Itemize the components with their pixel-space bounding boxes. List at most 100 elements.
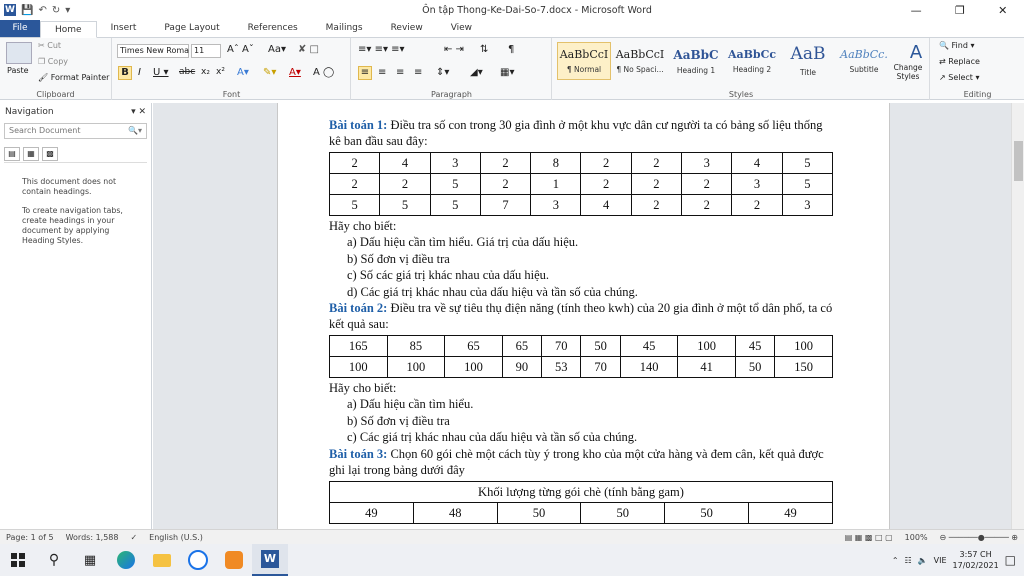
style-subtitle[interactable]: AaBbCc. Subtitle bbox=[837, 42, 891, 80]
volume-icon[interactable]: 🔈 bbox=[918, 556, 928, 565]
clock[interactable]: 3:57 CH 17/02/2021 bbox=[953, 549, 999, 571]
format-painter-button[interactable]: 🖌 Format Painter bbox=[38, 73, 109, 82]
vertical-scrollbar[interactable] bbox=[1011, 103, 1024, 529]
tab-view[interactable]: View bbox=[437, 20, 486, 37]
change-case-icon[interactable]: Aa▾ bbox=[268, 44, 286, 55]
table-cell: 70 bbox=[541, 335, 582, 357]
browse-pages-icon[interactable]: ▦ bbox=[23, 146, 39, 161]
status-bar: Page: 1 of 5 Words: 1,588 ✓ English (U.S… bbox=[0, 529, 1024, 544]
edge-icon[interactable] bbox=[108, 544, 144, 576]
paste-icon[interactable] bbox=[6, 42, 32, 64]
document-content[interactable]: Bài toán 1: Điều tra số con trong 30 gia… bbox=[328, 117, 834, 526]
network-icon[interactable]: ☷ bbox=[905, 556, 912, 565]
navigation-close-icon[interactable]: ▾ ✕ bbox=[131, 107, 146, 117]
list-item: b) Số đơn vị điều tra bbox=[347, 251, 450, 266]
italic-button[interactable]: I bbox=[138, 67, 141, 78]
redo-icon[interactable]: ↻ bbox=[52, 5, 60, 16]
style-normal[interactable]: AaBbCcI ¶ Normal bbox=[557, 42, 611, 80]
table-cell: 2 bbox=[379, 173, 431, 195]
page-count[interactable]: Page: 1 of 5 bbox=[0, 533, 60, 542]
undo-icon[interactable]: ↶ bbox=[38, 5, 46, 16]
restore-icon[interactable]: ❐ bbox=[955, 4, 965, 17]
copy-button[interactable]: ❐ Copy bbox=[38, 57, 68, 66]
table-row: 165 85 65 65 70 50 45 100 45 100 bbox=[329, 335, 833, 357]
customize-qat-icon[interactable]: ▾ bbox=[65, 5, 70, 16]
sort-icon[interactable]: ⇅ bbox=[480, 44, 488, 55]
tray-expand-icon[interactable]: ⌃ bbox=[892, 556, 899, 565]
save-icon[interactable]: 💾 bbox=[21, 5, 33, 16]
start-icon[interactable] bbox=[0, 544, 36, 576]
clipboard-label: Clipboard bbox=[36, 90, 75, 99]
paste-button[interactable]: Paste bbox=[7, 66, 29, 75]
font-family-select[interactable]: Times New Roma bbox=[117, 44, 189, 58]
browse-results-icon[interactable]: ▩ bbox=[42, 146, 58, 161]
close-icon[interactable]: ✕ bbox=[998, 4, 1007, 17]
search-icon[interactable]: 🔍▾ bbox=[128, 126, 142, 136]
bold-button[interactable]: B bbox=[118, 66, 132, 80]
tab-insert[interactable]: Insert bbox=[97, 20, 151, 37]
align-left-icon[interactable]: ≡ bbox=[358, 66, 372, 80]
notifications-icon[interactable]: □ bbox=[1005, 553, 1016, 567]
font-color-icon[interactable]: A▾ bbox=[289, 67, 301, 78]
zoom-level[interactable]: 100% bbox=[899, 533, 934, 542]
document-page[interactable]: Bài toán 1: Điều tra số con trong 30 gia… bbox=[277, 103, 890, 529]
table-cell: 2 bbox=[328, 152, 381, 174]
tab-home[interactable]: Home bbox=[40, 21, 97, 38]
word-taskbar-icon[interactable]: W bbox=[252, 544, 288, 576]
table-cell: 65 bbox=[501, 335, 543, 357]
char-shading-icon[interactable]: A ◯ bbox=[313, 67, 334, 78]
style-heading-1[interactable]: AaBbC Heading 1 bbox=[669, 42, 723, 80]
tab-file[interactable]: File bbox=[0, 20, 40, 37]
justify-icon[interactable]: ≡ bbox=[414, 67, 422, 78]
strikethrough-button[interactable]: abc bbox=[179, 67, 195, 77]
grow-font-icon[interactable]: Aˆ Aˇ bbox=[227, 44, 254, 55]
view-buttons[interactable]: ▤ ▦ ▩ □ ▢ bbox=[839, 533, 899, 542]
superscript-button[interactable]: x² bbox=[216, 67, 225, 77]
clear-format-icon[interactable]: ✘ □ bbox=[298, 44, 319, 55]
word-app-icon[interactable]: W bbox=[4, 4, 16, 16]
search-icon[interactable]: ⚲ bbox=[36, 544, 72, 576]
find-button[interactable]: 🔍 Find ▾ bbox=[939, 41, 974, 50]
task-view-icon[interactable]: ▦ bbox=[72, 544, 108, 576]
highlight-icon[interactable]: ✎▾ bbox=[263, 67, 276, 78]
shading-icon[interactable]: ◢▾ bbox=[470, 67, 483, 78]
problem-1-list: a) Dấu hiệu cần tìm hiểu. Giá trị của dấ… bbox=[329, 234, 833, 300]
bullets-icon[interactable]: ≡▾ ≡▾ ≡▾ bbox=[358, 44, 405, 55]
font-size-select[interactable]: 11 bbox=[191, 44, 221, 58]
underline-button[interactable]: U ▾ bbox=[153, 67, 169, 78]
navigation-search-input[interactable]: Search Document 🔍▾ bbox=[4, 123, 147, 139]
document-area[interactable]: Bài toán 1: Điều tra số con trong 30 gia… bbox=[153, 103, 1011, 529]
scroll-thumb[interactable] bbox=[1014, 141, 1023, 181]
tab-review[interactable]: Review bbox=[377, 20, 437, 37]
chat-app-icon[interactable] bbox=[216, 544, 252, 576]
tab-references[interactable]: References bbox=[234, 20, 312, 37]
align-center-icon[interactable]: ≡ bbox=[378, 67, 386, 78]
subscript-button[interactable]: x₂ bbox=[201, 67, 210, 77]
file-explorer-icon[interactable] bbox=[144, 544, 180, 576]
table-cell: 41 bbox=[677, 356, 736, 378]
word-count[interactable]: Words: 1,588 bbox=[60, 533, 125, 542]
borders-icon[interactable]: ▦▾ bbox=[500, 67, 514, 78]
language-indicator[interactable]: English (U.S.) bbox=[143, 533, 209, 542]
line-spacing-icon[interactable]: ⇕▾ bbox=[436, 67, 449, 78]
proofing-icon[interactable]: ✓ bbox=[124, 533, 143, 542]
table-cell: 5 bbox=[328, 194, 381, 216]
style-title[interactable]: AaB Title bbox=[781, 42, 835, 80]
minimize-icon[interactable]: — bbox=[911, 4, 922, 17]
browse-headings-icon[interactable]: ▤ bbox=[4, 146, 20, 161]
tab-mailings[interactable]: Mailings bbox=[312, 20, 377, 37]
table-cell: 2 bbox=[328, 173, 381, 195]
replace-button[interactable]: ⇄ Replace bbox=[939, 57, 980, 66]
zoom-slider[interactable]: ⊖ ──────●───── ⊕ bbox=[934, 533, 1024, 542]
align-right-icon[interactable]: ≡ bbox=[396, 67, 404, 78]
select-button[interactable]: ↗ Select ▾ bbox=[939, 73, 980, 82]
input-language[interactable]: VIE bbox=[934, 556, 947, 565]
cut-button[interactable]: ✂ Cut bbox=[38, 41, 61, 50]
text-effects-icon[interactable]: A▾ bbox=[237, 67, 249, 78]
tab-page-layout[interactable]: Page Layout bbox=[150, 20, 233, 37]
zalo-icon[interactable] bbox=[180, 544, 216, 576]
style-heading-2[interactable]: AaBbCc Heading 2 bbox=[725, 42, 779, 80]
style-no-spacing[interactable]: AaBbCcI ¶ No Spaci... bbox=[613, 42, 667, 80]
show-marks-icon[interactable]: ¶ bbox=[508, 44, 514, 55]
indent-icon[interactable]: ⇤ ⇥ bbox=[444, 44, 464, 55]
